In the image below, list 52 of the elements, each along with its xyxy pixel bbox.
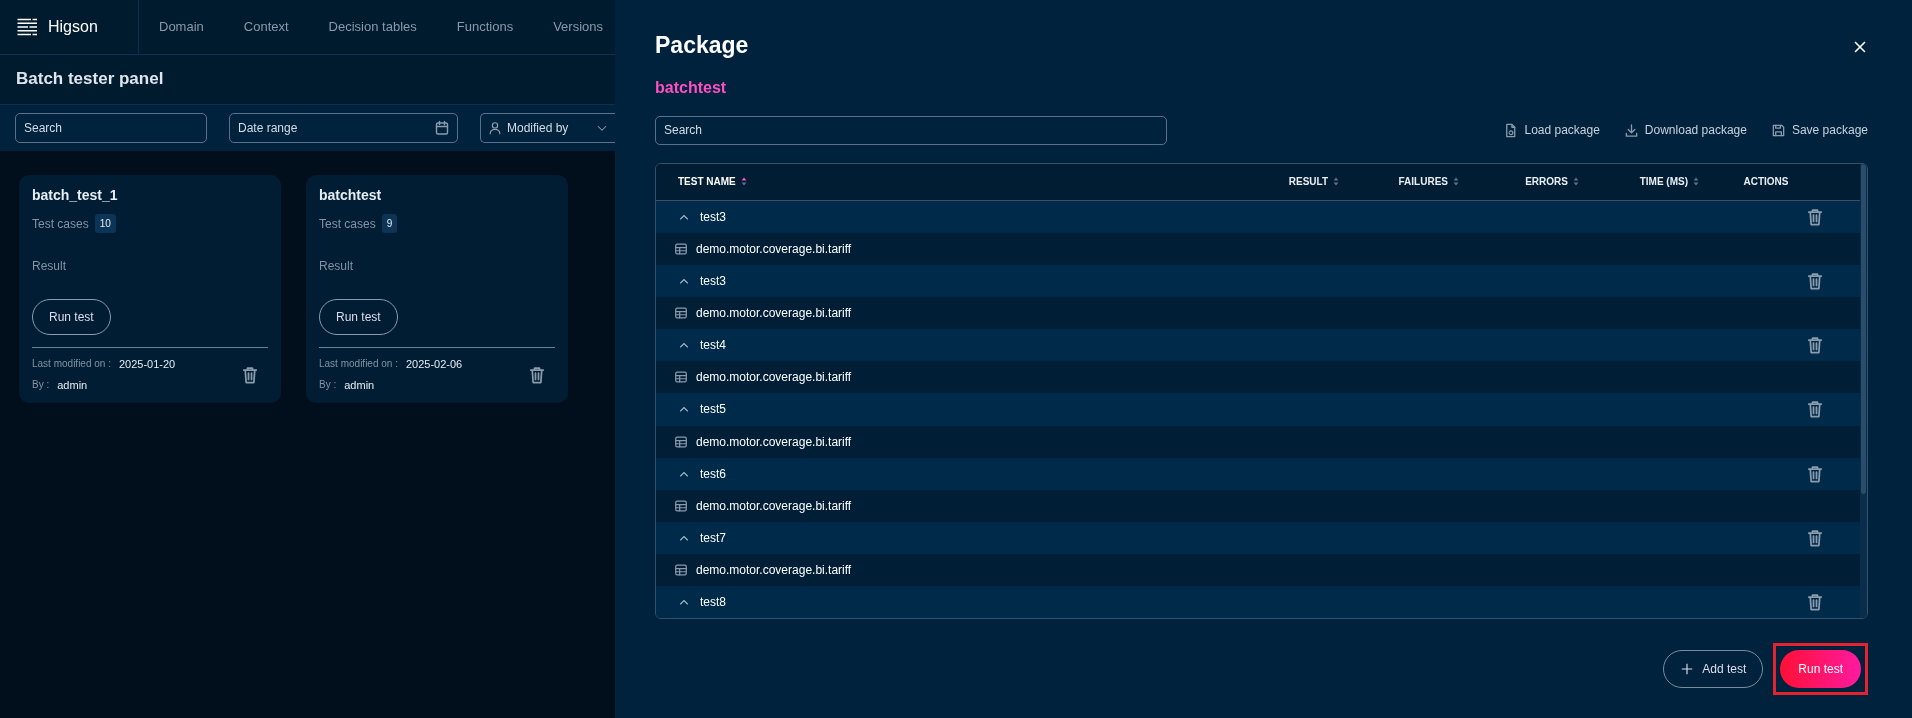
column-header[interactable]: FAILURES: [1398, 174, 1459, 190]
result-label: Result: [319, 258, 354, 275]
drawer-title: Package: [655, 32, 749, 60]
test-name: test6: [700, 465, 726, 483]
modified-date: 2025-02-06: [405, 357, 463, 372]
package-name: batchtest: [655, 77, 728, 98]
column-header[interactable]: RESULT: [1288, 174, 1339, 190]
table-name: demo.motor.coverage.bi.tariff: [696, 305, 852, 323]
page-title: Batch tester panel: [16, 69, 164, 90]
action-link[interactable]: Load package: [1503, 121, 1600, 140]
card-title: batch_test_1: [32, 186, 119, 205]
table-name: demo.motor.coverage.bi.tariff: [696, 497, 852, 515]
column-header[interactable]: TEST NAME: [678, 174, 747, 190]
nav-link[interactable]: Versions: [533, 17, 615, 37]
test-name: test8: [700, 593, 726, 611]
nav-link[interactable]: Context: [223, 17, 309, 37]
test-name: test7: [700, 529, 726, 547]
run-test-button[interactable]: Run test: [1780, 649, 1861, 688]
count-badge: 10: [94, 214, 116, 233]
test-name: test5: [700, 401, 726, 419]
nav-link[interactable]: Domain: [139, 17, 224, 37]
by-label: By :: [319, 377, 337, 392]
column-header[interactable]: ACTIONS: [1743, 174, 1789, 190]
test-cases-label: Test cases: [32, 215, 89, 233]
column-header[interactable]: TIME (MS): [1639, 174, 1699, 190]
by-label: By :: [32, 377, 50, 392]
table-name: demo.motor.coverage.bi.tariff: [696, 241, 852, 259]
count-badge: 9: [381, 214, 398, 233]
search-field[interactable]: Search: [15, 113, 207, 143]
table-name: demo.motor.coverage.bi.tariff: [696, 433, 852, 451]
modified-date: 2025-01-20: [118, 357, 176, 372]
column-header[interactable]: ERRORS: [1525, 174, 1579, 190]
test-name: test3: [700, 209, 726, 227]
result-label: Result: [32, 258, 67, 275]
date-range-field[interactable]: Date range: [229, 113, 458, 143]
author-name: admin: [344, 377, 375, 393]
modified-by-dropdown[interactable]: Modified by: [480, 113, 615, 143]
test-name: test4: [700, 337, 726, 355]
nav-link[interactable]: Decision tables: [308, 17, 437, 37]
table-name: demo.motor.coverage.bi.tariff: [696, 561, 852, 579]
modified-label: Last modified on :: [319, 357, 398, 371]
action-link[interactable]: Download package: [1623, 121, 1747, 140]
test-name: test3: [700, 273, 726, 291]
nav-link[interactable]: Functions: [436, 17, 534, 37]
logo-text: Higson: [48, 17, 98, 37]
search-field[interactable]: Search: [655, 115, 1167, 145]
card-title: batchtest: [319, 186, 383, 205]
test-cases-label: Test cases: [319, 215, 376, 233]
author-name: admin: [57, 377, 88, 393]
modified-label: Last modified on :: [32, 357, 111, 371]
action-link[interactable]: Save package: [1770, 121, 1868, 140]
table-name: demo.motor.coverage.bi.tariff: [696, 369, 852, 387]
